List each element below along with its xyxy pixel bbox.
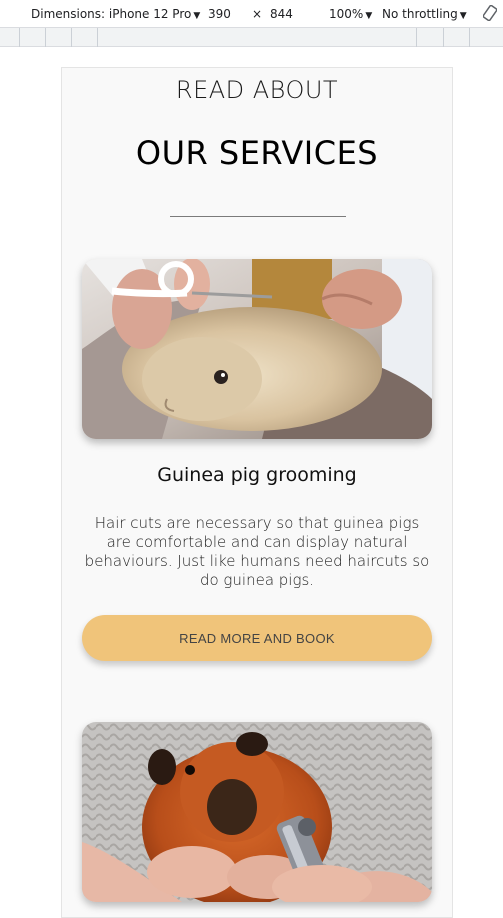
service-description: Hair cuts are necessary so that guinea p…: [84, 514, 430, 589]
times-separator: ×: [252, 7, 263, 21]
device-select[interactable]: Dimensions: iPhone 12 Pro ▼: [31, 7, 200, 21]
devtools-device-toolbar: Dimensions: iPhone 12 Pro ▼ 390 × 844 100…: [0, 0, 503, 28]
caret-down-icon: ▼: [365, 11, 373, 21]
service-image-grooming: [82, 259, 432, 439]
guinea-pig-nail-clipping-photo: [82, 722, 432, 902]
rotate-icon[interactable]: [483, 5, 497, 21]
zoom-label: 100%: [329, 7, 364, 21]
section-divider: [170, 216, 346, 217]
width-input[interactable]: 390: [208, 7, 231, 21]
caret-down-icon: ▼: [459, 11, 467, 21]
zoom-select[interactable]: 100% ▼: [329, 7, 372, 21]
device-label: Dimensions: iPhone 12 Pro: [31, 7, 192, 21]
device-viewport: READ ABOUT OUR SERVICES Guinea pig groom…: [61, 67, 453, 918]
read-more-and-book-button[interactable]: READ MORE AND BOOK: [82, 615, 432, 661]
caret-down-icon: ▼: [193, 11, 201, 21]
service-title: Guinea pig grooming: [157, 464, 357, 486]
throttling-label: No throttling: [382, 7, 458, 21]
media-query-ruler: [0, 28, 503, 47]
section-headline: OUR SERVICES: [135, 134, 379, 172]
throttling-select[interactable]: No throttling ▼: [382, 7, 467, 21]
height-input[interactable]: 844: [270, 7, 293, 21]
service-image-nail-clipping: [82, 722, 432, 902]
section-kicker: READ ABOUT: [175, 76, 339, 104]
guinea-pig-grooming-photo: [82, 259, 432, 439]
